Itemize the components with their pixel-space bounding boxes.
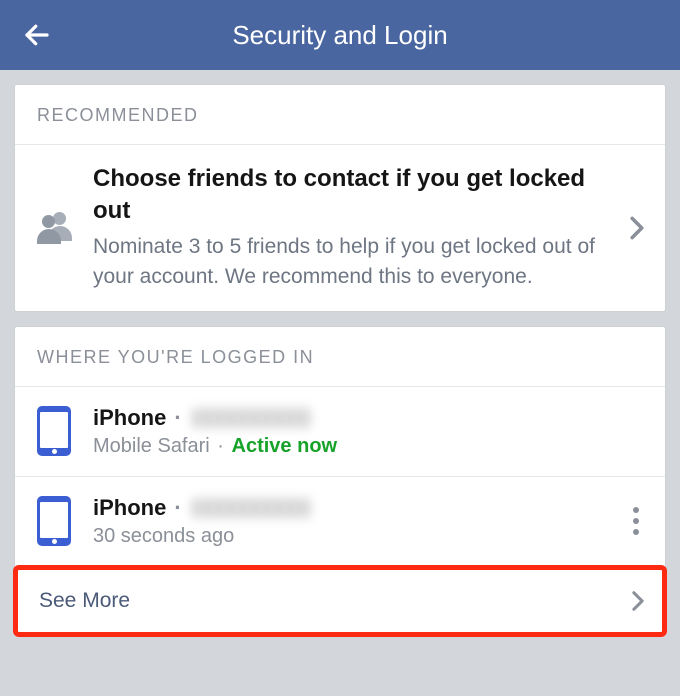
see-more-label: See More: [39, 589, 130, 613]
session-device: iPhone: [93, 405, 166, 431]
trusted-contacts-row[interactable]: Choose friends to contact if you get loc…: [15, 145, 665, 311]
more-vertical-icon: [627, 507, 645, 535]
session-separator: ·: [172, 405, 183, 431]
sessions-section-label: WHERE YOU'RE LOGGED IN: [15, 327, 665, 387]
back-button[interactable]: [22, 20, 52, 50]
session-time: 30 seconds ago: [93, 525, 234, 547]
session-row[interactable]: iPhone · Mobile Safari · Active now: [15, 387, 665, 476]
sessions-card: WHERE YOU'RE LOGGED IN iPhone · Mobile S…: [14, 326, 666, 636]
trusted-contacts-title: Choose friends to contact if you get loc…: [93, 163, 617, 228]
recommended-card: RECOMMENDED Choose friends to contact if…: [14, 84, 666, 312]
iphone-icon: [37, 496, 71, 546]
session-overflow-button[interactable]: [617, 507, 645, 535]
chevron-right-icon: [631, 590, 645, 612]
session-browser: Mobile Safari: [93, 435, 210, 457]
trusted-contacts-desc: Nominate 3 to 5 friends to help if you g…: [93, 232, 617, 293]
session-status: Active now: [232, 435, 338, 457]
session-device: iPhone: [93, 495, 166, 521]
session-location-redacted: [192, 498, 312, 518]
back-arrow-icon: [22, 20, 52, 50]
see-more-button[interactable]: See More: [15, 566, 665, 635]
iphone-icon: [37, 406, 71, 456]
app-header: Security and Login: [0, 0, 680, 70]
session-sub-separator: ·: [215, 435, 226, 457]
friends-icon: [37, 212, 93, 244]
session-separator: ·: [172, 495, 183, 521]
page-title: Security and Login: [20, 20, 660, 51]
recommended-section-label: RECOMMENDED: [15, 85, 665, 145]
chevron-right-icon: [617, 215, 645, 241]
session-row[interactable]: iPhone · 30 seconds ago: [15, 476, 665, 566]
session-location-redacted: [192, 408, 312, 428]
